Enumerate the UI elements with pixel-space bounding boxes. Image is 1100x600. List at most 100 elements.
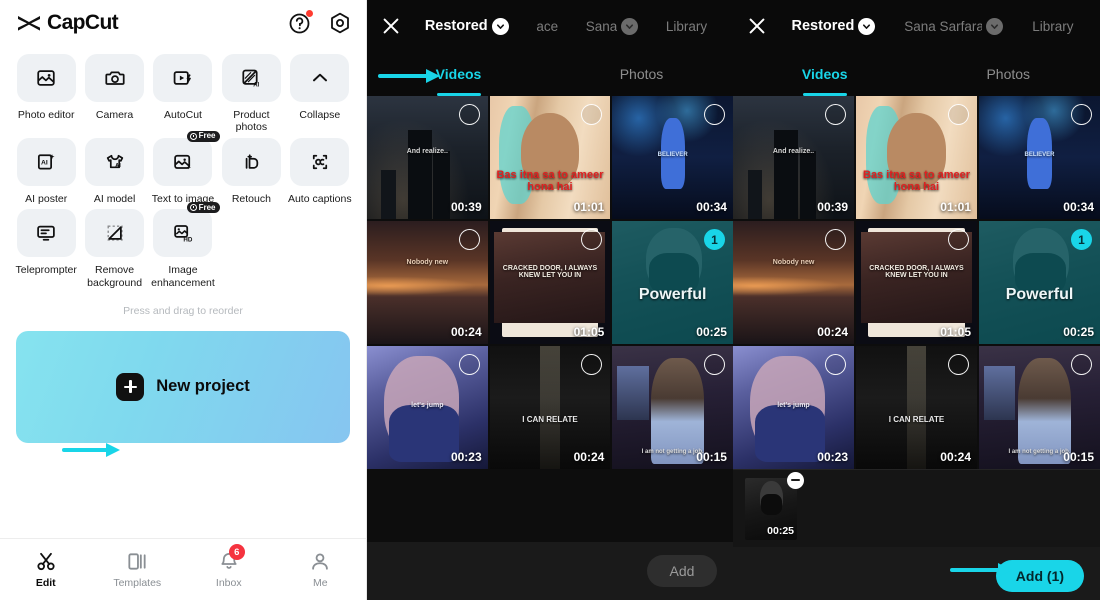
nav-item-inbox[interactable]: 6 Inbox	[183, 544, 275, 589]
selection-circle[interactable]	[825, 104, 846, 125]
media-duration: 00:24	[450, 325, 482, 339]
selection-circle[interactable]	[458, 229, 480, 250]
tool-collapse[interactable]: Collapse	[286, 54, 354, 134]
selection-badge[interactable]: 1	[1071, 229, 1092, 250]
media-duration: 00:24	[940, 450, 971, 464]
tool-text-to-image[interactable]: Free Text to image	[149, 130, 221, 205]
clock-icon	[189, 204, 197, 212]
tool-image-enhancement[interactable]: Free HD Image enhancement	[149, 202, 221, 289]
media-topbar: Restored ace Sana Library	[367, 0, 733, 52]
settings-icon[interactable]	[328, 11, 352, 35]
free-badge: Free	[186, 130, 221, 142]
bottom-nav: Edit Templates 6 Inbox Me	[0, 538, 366, 600]
teleprompter-icon	[16, 209, 76, 258]
selection-circle[interactable]	[825, 354, 846, 375]
media-cell[interactable]: I CAN RELATE 00:24	[489, 346, 611, 469]
ai-model-icon: AI	[85, 137, 145, 186]
remove-background-icon	[85, 209, 145, 258]
svg-text:AI: AI	[115, 163, 121, 169]
nav-item-templates[interactable]: Templates	[92, 550, 184, 589]
tool-autocut[interactable]: AutoCut	[149, 54, 217, 134]
tool-empty-slot	[217, 209, 285, 289]
media-duration: 00:15	[696, 450, 727, 464]
media-duration: 00:23	[817, 450, 848, 464]
media-cell[interactable]: I am not getting a job. 00:15	[979, 346, 1100, 469]
app-screen: CapCut Photo editor Camera AutoCut AI Pr…	[0, 0, 1100, 600]
nav-label: Templates	[113, 577, 162, 589]
selection-circle[interactable]	[948, 104, 969, 125]
media-cell[interactable]: Powerful 1 00:25	[979, 221, 1100, 344]
tool-ai-poster[interactable]: AI AI poster	[12, 137, 80, 205]
tab-photos[interactable]: Photos	[917, 52, 1100, 96]
source-tab-library[interactable]: Library	[666, 19, 707, 34]
tab-videos[interactable]: Videos	[733, 52, 917, 96]
selection-circle[interactable]	[825, 229, 846, 250]
media-duration: 00:23	[450, 450, 482, 464]
source-tab-restored[interactable]: Restored	[425, 17, 509, 35]
selection-circle[interactable]	[458, 104, 480, 125]
scissors-icon	[34, 550, 58, 573]
svg-text:HD: HD	[183, 237, 192, 244]
media-duration: 00:34	[1063, 200, 1094, 214]
selection-badge[interactable]: 1	[703, 229, 725, 250]
source-tab-sana-sarfaraz[interactable]: Sana Sarfara	[904, 17, 1004, 35]
help-icon[interactable]	[288, 10, 313, 35]
media-cell[interactable]: And realize.. 00:39	[367, 96, 488, 219]
new-project-button[interactable]: New project	[16, 330, 350, 443]
tab-photos[interactable]: Photos	[550, 52, 733, 96]
source-tab-space[interactable]: ace	[536, 19, 558, 34]
media-cell[interactable]: let's jump 00:23	[733, 346, 854, 469]
media-cell[interactable]: I am not getting a job. 00:15	[612, 346, 733, 469]
tool-photo-editor[interactable]: Photo editor	[12, 54, 80, 134]
media-cell[interactable]: BELIEVER 00:34	[979, 96, 1100, 219]
close-icon[interactable]	[745, 14, 769, 38]
media-cell[interactable]: CRACKED DOOR, I ALWAYS KNEW LET YOU IN 01…	[489, 221, 611, 344]
source-tab-library[interactable]: Library	[1032, 19, 1073, 34]
tool-label: AutoCut	[164, 109, 202, 121]
media-cell[interactable]: Bas itna sa to ameer hona hai 01:01	[489, 96, 611, 219]
source-tab-label: Library	[665, 18, 708, 34]
bell-icon: 6	[217, 544, 245, 573]
selection-circle[interactable]	[458, 354, 480, 375]
tool-auto-captions[interactable]: Auto captions	[286, 137, 354, 205]
source-tab-label: Sana Sarfara	[904, 18, 983, 34]
tab-videos[interactable]: Videos	[367, 52, 550, 96]
source-tab-sana[interactable]: Sana	[586, 17, 639, 35]
media-cell[interactable]: Nobody new 00:24	[367, 221, 488, 344]
tool-ai-model[interactable]: AI AI model	[80, 137, 148, 205]
media-cell[interactable]: Bas itna sa to ameer hona hai 01:01	[856, 96, 977, 219]
source-tab-restored[interactable]: Restored	[791, 17, 876, 35]
tool-teleprompter[interactable]: Teleprompter	[12, 209, 80, 289]
nav-item-edit[interactable]: Edit	[0, 550, 92, 589]
auto-captions-icon	[290, 137, 350, 186]
media-cell[interactable]: I CAN RELATE 00:24	[856, 346, 977, 469]
tool-label: AI poster	[25, 192, 68, 205]
source-tabs: Restored ace Sana Library	[403, 17, 721, 35]
selection-circle[interactable]	[1071, 354, 1092, 375]
free-badge: Free	[186, 202, 221, 214]
selection-circle[interactable]	[948, 229, 969, 250]
tool-label: Camera	[95, 109, 134, 121]
tool-remove-background[interactable]: Remove background	[80, 209, 148, 289]
selection-circle[interactable]	[703, 104, 725, 125]
media-cell[interactable]: Powerful 1 00:25	[612, 221, 733, 344]
clock-icon	[189, 132, 197, 140]
tray-item[interactable]: 00:25	[745, 471, 804, 540]
add-button[interactable]: Add (1)	[995, 560, 1084, 592]
tool-retouch[interactable]: Retouch	[217, 137, 285, 205]
selection-circle[interactable]	[703, 354, 725, 375]
media-cell[interactable]: CRACKED DOOR, I ALWAYS KNEW LET YOU IN 01…	[856, 221, 977, 344]
media-cell[interactable]: let's jump 00:23	[367, 346, 488, 469]
media-cell[interactable]: BELIEVER 00:34	[612, 96, 733, 219]
selection-circle[interactable]	[948, 354, 969, 375]
tool-camera[interactable]: Camera	[80, 54, 148, 134]
media-cell[interactable]: And realize.. 00:39	[733, 96, 854, 219]
media-cell[interactable]: Nobody new 00:24	[733, 221, 854, 344]
nav-item-me[interactable]: Me	[275, 550, 367, 589]
selection-circle[interactable]	[1071, 104, 1092, 125]
add-button[interactable]: Add	[647, 555, 717, 587]
close-icon[interactable]	[379, 14, 403, 38]
remove-icon[interactable]	[787, 471, 804, 489]
tool-product-photos[interactable]: AI Product photos	[217, 54, 285, 134]
ai-poster-icon: AI	[16, 137, 76, 186]
